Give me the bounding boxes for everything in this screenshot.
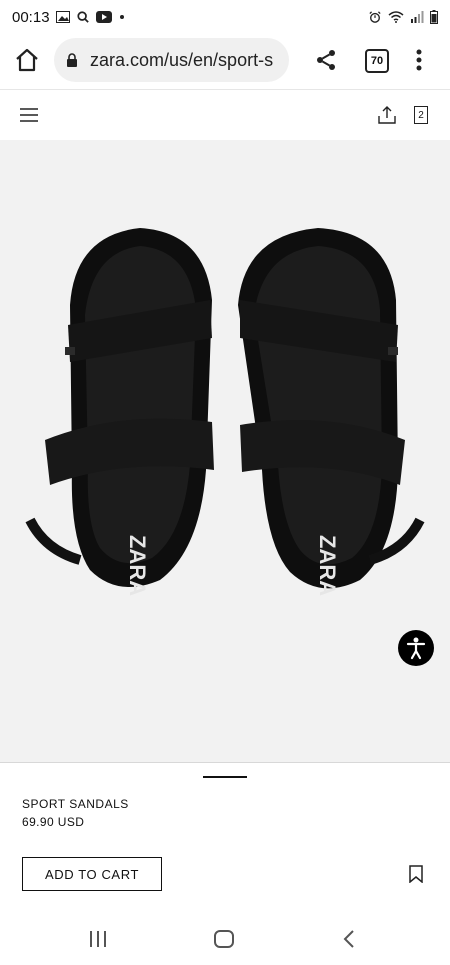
accessibility-icon: [406, 637, 426, 660]
more-options-icon[interactable]: [416, 48, 422, 72]
lock-icon: [67, 53, 77, 67]
address-bar[interactable]: zara.com/us/en/sport-s: [54, 38, 289, 82]
share-upload-icon[interactable]: [378, 106, 396, 124]
tab-switcher-button[interactable]: 70: [365, 49, 389, 73]
recent-apps-icon[interactable]: [89, 931, 107, 947]
sport-sandals-image: ZARA ZARA: [25, 228, 425, 596]
url-text: zara.com/us/en/sport-s: [90, 49, 274, 70]
sheet-top-border: [0, 762, 450, 763]
status-right: [368, 10, 438, 24]
menu-icon[interactable]: [20, 108, 38, 122]
add-to-cart-button[interactable]: ADD TO CART: [22, 857, 162, 891]
left-brand-print: ZARA: [125, 535, 150, 596]
battery-icon: [430, 10, 438, 24]
search-icon: [76, 11, 89, 23]
sheet-drag-handle[interactable]: [203, 776, 247, 778]
site-header: 2: [0, 90, 450, 140]
left-sandal: ZARA: [25, 228, 214, 596]
shopping-bag-button[interactable]: 2: [414, 106, 428, 124]
product-name: SPORT SANDALS: [22, 797, 129, 811]
browser-toolbar: zara.com/us/en/sport-s 70: [0, 34, 450, 88]
home-icon[interactable]: [14, 47, 40, 73]
wifi-icon: [388, 11, 404, 23]
image-icon: [55, 11, 70, 23]
status-left: 00:13: [12, 9, 126, 26]
youtube-icon: [95, 11, 112, 23]
product-image: ZARA ZARA: [0, 140, 450, 762]
right-sandal: ZARA: [238, 228, 425, 596]
back-icon[interactable]: [343, 930, 355, 948]
bag-count: 2: [418, 109, 424, 121]
accessibility-button[interactable]: [398, 630, 434, 666]
status-bar: 00:13: [0, 0, 450, 34]
product-price: 69.90 USD: [22, 815, 85, 829]
signal-icon: [411, 11, 424, 23]
dot-icon: [119, 15, 124, 19]
system-nav-bar: [0, 913, 450, 965]
right-brand-print: ZARA: [315, 535, 340, 596]
alarm-icon: [369, 11, 381, 23]
share-icon[interactable]: [314, 48, 338, 72]
home-nav-icon[interactable]: [214, 930, 234, 948]
status-time: 00:13: [12, 8, 50, 26]
bookmark-icon[interactable]: [409, 865, 423, 883]
